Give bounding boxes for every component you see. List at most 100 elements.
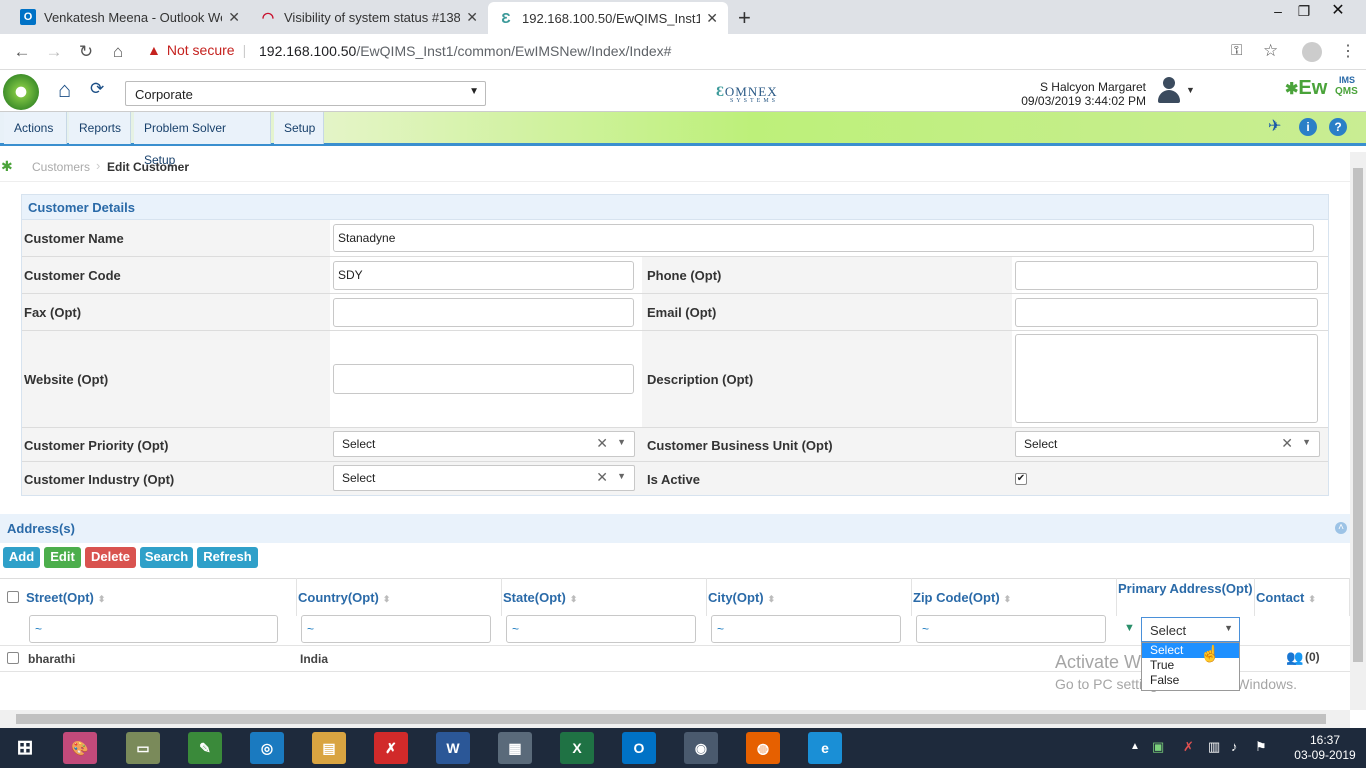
chrome-icon[interactable]: ◉ — [684, 732, 718, 764]
user-menu-chevron-icon[interactable]: ▼ — [1186, 85, 1195, 95]
website-input[interactable] — [333, 364, 634, 394]
business-unit-select[interactable]: Select ✕ ▼ — [1015, 431, 1320, 457]
filter-icon[interactable]: ▼ — [1124, 622, 1135, 634]
refresh-icon[interactable]: ⟳ — [90, 79, 104, 99]
option-select[interactable]: Select — [1142, 643, 1239, 658]
maximize-icon[interactable]: ❐ — [1288, 0, 1320, 22]
new-tab-button[interactable]: + — [738, 5, 751, 31]
menu-actions[interactable]: Actions — [4, 112, 67, 144]
network-icon[interactable]: ▥ — [1208, 739, 1220, 755]
tray-expand-icon[interactable]: ▲ — [1130, 741, 1140, 752]
delete-button[interactable]: Delete — [85, 547, 136, 568]
col-primary-address[interactable]: Primary Address(Opt) — [1118, 578, 1255, 616]
description-textarea[interactable] — [1015, 334, 1318, 423]
country-filter-input[interactable]: ~ — [301, 615, 491, 643]
info-icon[interactable]: i — [1299, 118, 1317, 136]
state-filter-input[interactable]: ~ — [506, 615, 696, 643]
search-button[interactable]: Search — [140, 547, 193, 568]
breadcrumb-home-icon[interactable]: ✱ — [1, 158, 13, 175]
site-selector[interactable]: Corporate ▼ — [125, 81, 486, 106]
contact-count[interactable]: (0) — [1305, 650, 1320, 664]
col-state[interactable]: State(Opt) ⬍ — [503, 578, 707, 616]
browser-tab-ewqims[interactable]: Ɛ 192.168.100.50/EwQIMS_Inst1/co ✕ — [488, 2, 728, 34]
is-active-checkbox[interactable]: ✔ — [1015, 473, 1027, 485]
row-checkbox[interactable] — [7, 652, 19, 664]
home-icon[interactable]: ⌂ — [108, 42, 128, 62]
tray-app-icon-2[interactable]: ✗ — [1183, 739, 1194, 755]
pin-icon[interactable]: ✈ — [1268, 116, 1281, 136]
phone-input[interactable] — [1015, 261, 1318, 290]
close-window-icon[interactable]: ✕ — [1322, 0, 1354, 22]
clear-icon[interactable]: ✕ — [596, 469, 608, 486]
volume-icon[interactable]: ♪ — [1231, 739, 1238, 754]
back-icon[interactable]: ← — [12, 42, 32, 62]
internet-explorer-icon[interactable]: e — [808, 732, 842, 764]
outlook-taskbar-icon[interactable]: O — [622, 732, 656, 764]
paint-app-icon[interactable]: 🎨 — [63, 732, 97, 764]
user-avatar-icon[interactable] — [1155, 75, 1183, 105]
chrome-menu-icon[interactable]: ⋮ — [1340, 41, 1356, 61]
priority-select[interactable]: Select ✕ ▼ — [333, 431, 635, 457]
breadcrumb — [0, 152, 1350, 182]
bookmark-star-icon[interactable]: ☆ — [1263, 41, 1278, 61]
edit-button[interactable]: Edit — [44, 547, 81, 568]
street-filter-input[interactable]: ~ — [29, 615, 278, 643]
industry-select[interactable]: Select ✕ ▼ — [333, 465, 635, 491]
system-clock[interactable]: 16:37 03-09-2019 — [1290, 733, 1360, 763]
excel-icon[interactable]: X — [560, 732, 594, 764]
col-contact[interactable]: Contact ⬍ — [1256, 578, 1350, 616]
reload-icon[interactable]: ↻ — [76, 42, 96, 62]
col-zip[interactable]: Zip Code(Opt) ⬍ — [913, 578, 1117, 616]
fax-input[interactable] — [333, 298, 634, 327]
col-city[interactable]: City(Opt) ⬍ — [708, 578, 912, 616]
start-icon[interactable]: ⊞ — [8, 732, 42, 764]
zip-filter-input[interactable]: ~ — [916, 615, 1106, 643]
clear-icon[interactable]: ✕ — [596, 435, 608, 452]
clear-icon[interactable]: ✕ — [1281, 435, 1293, 452]
tray-app-icon[interactable]: ▣ — [1152, 739, 1164, 755]
url-field[interactable]: 192.168.100.50/EwQIMS_Inst1/common/EwIMS… — [259, 43, 671, 59]
security-indicator[interactable]: ▲ Not secure | — [147, 42, 246, 58]
key-icon[interactable]: ⚿ — [1231, 42, 1242, 59]
email-input[interactable] — [1015, 298, 1318, 327]
primary-address-filter[interactable]: Select ▼ — [1141, 617, 1240, 642]
menu-problem-solver-setup[interactable]: Problem Solver Setup — [134, 112, 271, 167]
word-icon[interactable]: W — [436, 732, 470, 764]
menu-setup[interactable]: Setup — [274, 112, 324, 144]
browser-tab-visibility[interactable]: ◠ Visibility of system status #1385 ✕ — [250, 0, 488, 34]
help-icon[interactable]: ? — [1329, 118, 1347, 136]
option-false[interactable]: False — [1142, 673, 1239, 688]
col-country[interactable]: Country(Opt) ⬍ — [298, 578, 502, 616]
collapse-icon[interactable]: ˄ — [1335, 522, 1347, 534]
flag-icon[interactable]: ⚑ — [1255, 739, 1267, 755]
forward-icon[interactable]: → — [44, 42, 64, 62]
file-explorer-icon[interactable]: ▤ — [312, 732, 346, 764]
notes-app-icon[interactable]: ▭ — [126, 732, 160, 764]
customer-code-input[interactable]: SDY — [333, 261, 634, 290]
browser-tab-outlook[interactable]: O Venkatesh Meena - Outlook Web ✕ — [10, 0, 250, 34]
app-x-icon[interactable]: ✗ — [374, 732, 408, 764]
add-button[interactable]: Add — [3, 547, 40, 568]
close-tab-icon[interactable]: ✕ — [706, 10, 718, 27]
city-filter-input[interactable]: ~ — [711, 615, 901, 643]
horizontal-scrollbar[interactable] — [0, 710, 1350, 728]
close-tab-icon[interactable]: ✕ — [228, 9, 240, 26]
profile-avatar[interactable] — [1302, 42, 1322, 62]
refresh-button[interactable]: Refresh — [197, 547, 258, 568]
customer-name-input[interactable]: Stanadyne — [333, 224, 1314, 252]
firefox-icon[interactable]: ◍ — [746, 732, 780, 764]
calculator-icon[interactable]: ▦ — [498, 732, 532, 764]
vertical-scrollbar[interactable] — [1350, 152, 1366, 710]
app-logo-icon[interactable] — [3, 74, 39, 110]
col-street[interactable]: Street(Opt) ⬍ — [26, 578, 297, 616]
task-app-icon[interactable]: ✎ — [188, 732, 222, 764]
close-tab-icon[interactable]: ✕ — [466, 9, 478, 26]
breadcrumb-customers[interactable]: Customers — [32, 160, 90, 174]
browser-app-icon[interactable]: ◎ — [250, 732, 284, 764]
cell-street: bharathi — [28, 652, 76, 666]
home-icon[interactable]: ⌂ — [58, 77, 71, 103]
option-true[interactable]: True — [1142, 658, 1239, 673]
contacts-icon[interactable]: 👥 — [1286, 649, 1303, 666]
menu-reports[interactable]: Reports — [69, 112, 131, 144]
select-all-checkbox[interactable] — [7, 591, 19, 603]
